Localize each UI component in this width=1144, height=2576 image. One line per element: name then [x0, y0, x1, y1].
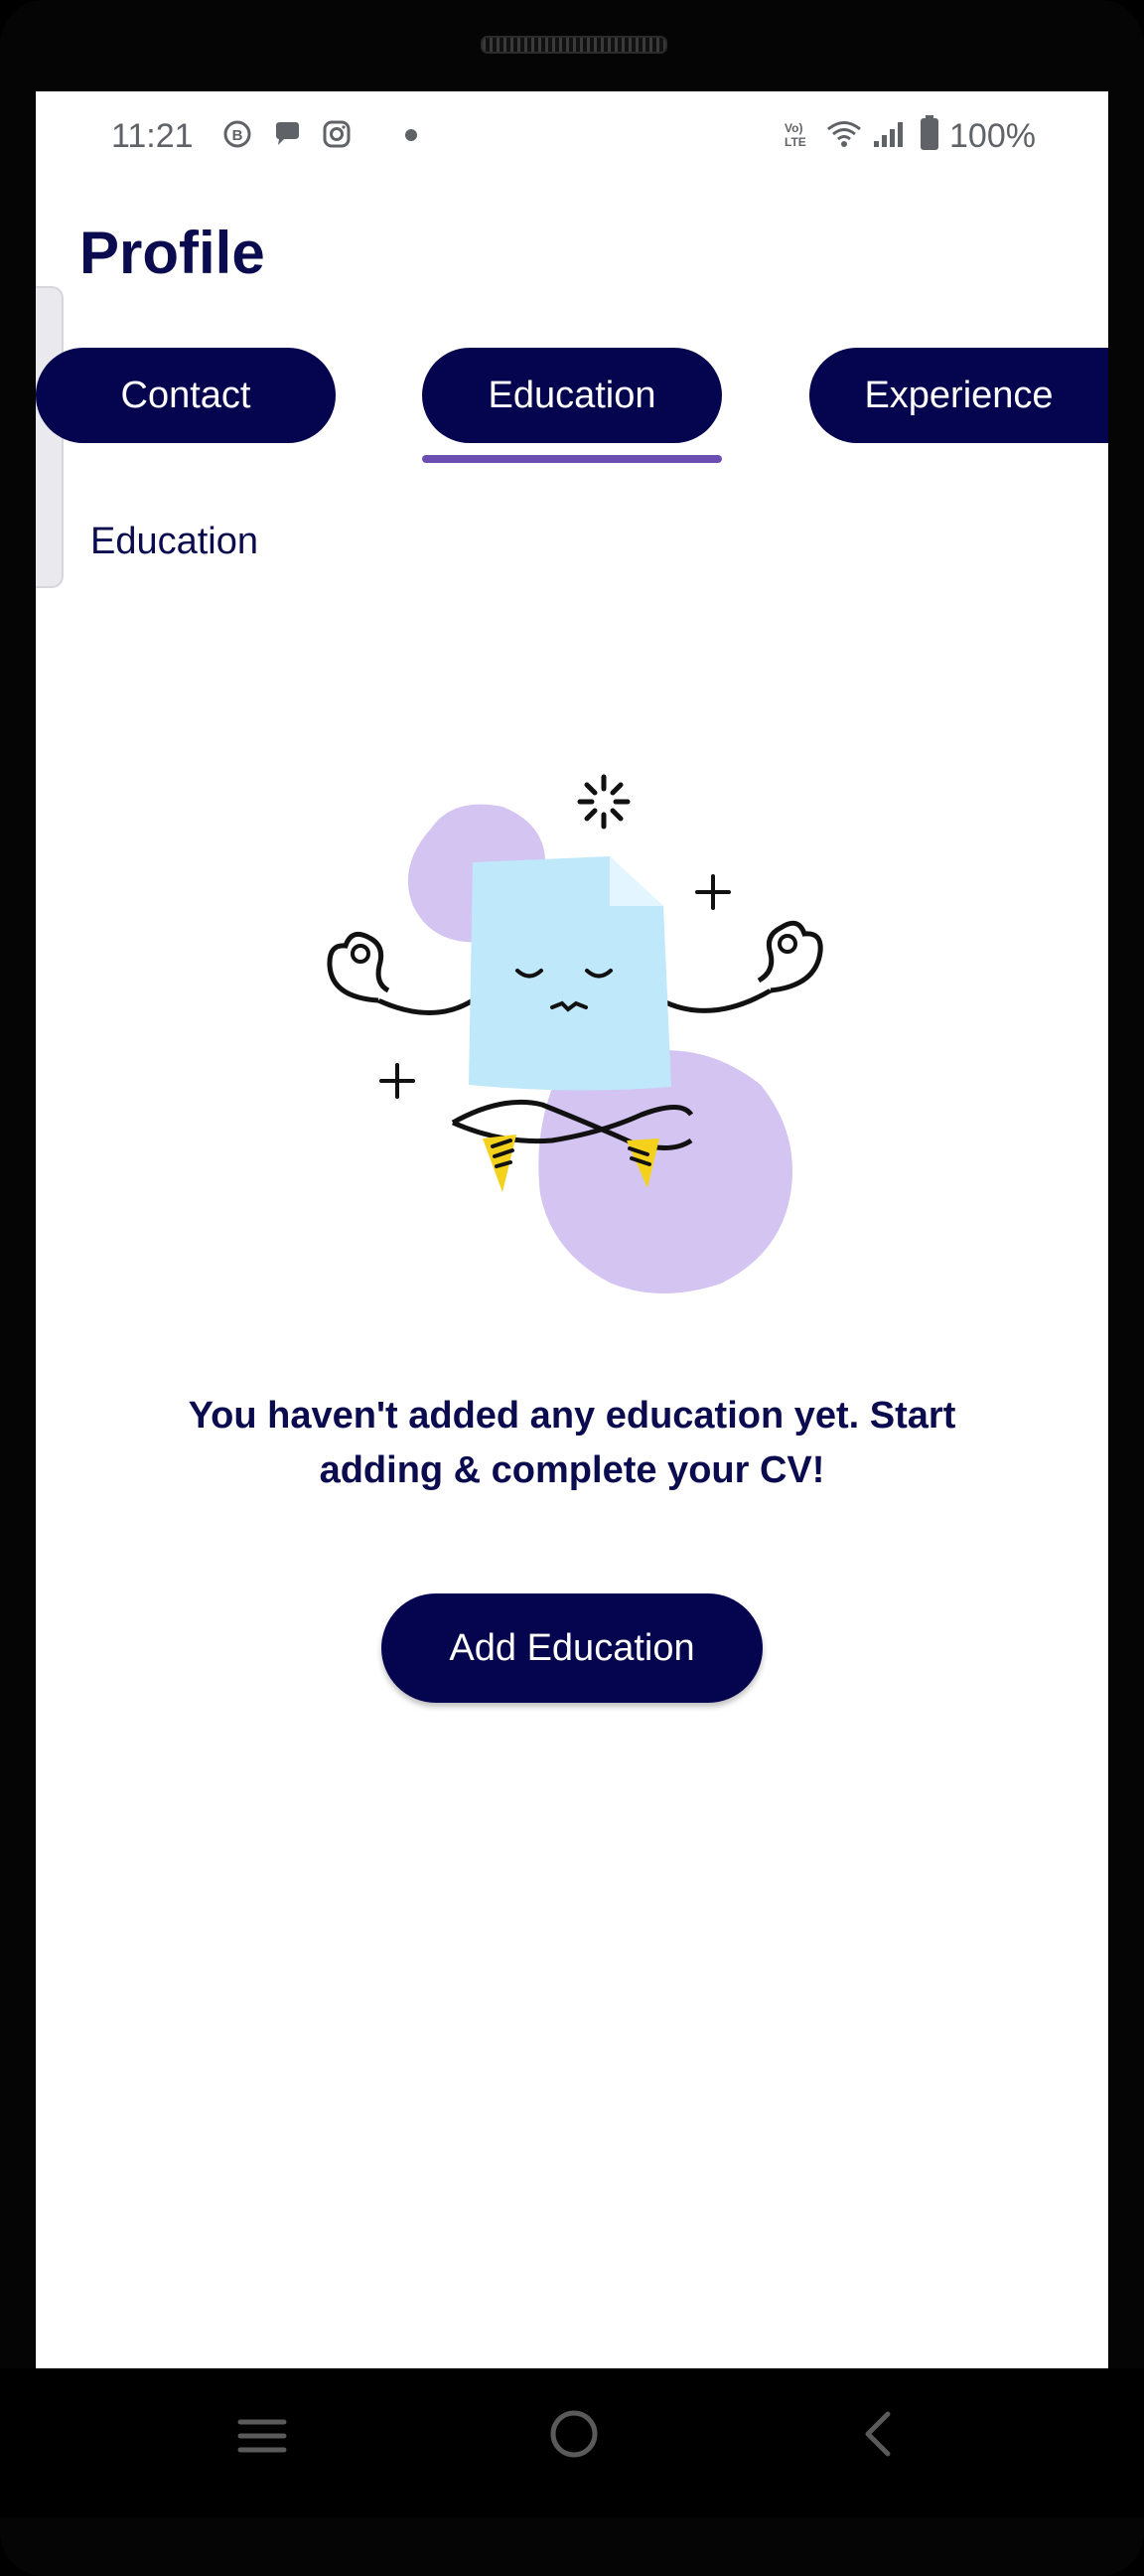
- status-bar: 11:21 B Vo) LTE 100%: [36, 91, 1108, 187]
- svg-text:B: B: [232, 127, 243, 144]
- tab-contact[interactable]: Contact: [36, 348, 336, 443]
- b-circle-icon: B: [223, 120, 251, 148]
- add-education-label: Add Education: [449, 1626, 695, 1669]
- sparkle-icon: [577, 774, 631, 830]
- section-title: Education: [90, 521, 259, 562]
- selected-tab-indicator: [422, 455, 722, 463]
- app-screen: 11:21 B Vo) LTE 100% Profile Contact Edu…: [36, 91, 1108, 2368]
- back-icon[interactable]: [860, 2408, 896, 2460]
- tab-experience-label: Experience: [864, 374, 1054, 416]
- svg-text:LTE: LTE: [785, 135, 806, 149]
- tab-education-label: Education: [488, 374, 656, 416]
- tab-education[interactable]: Education: [422, 348, 722, 443]
- battery-percentage: 100%: [949, 117, 1036, 155]
- svg-text:Vo): Vo): [785, 121, 802, 135]
- status-time: 11:21: [111, 117, 194, 155]
- home-icon[interactable]: [546, 2406, 602, 2462]
- chat-bubble-icon: [276, 122, 299, 145]
- wifi-icon: [827, 121, 861, 147]
- tab-experience[interactable]: Experience: [809, 348, 1108, 443]
- earpiece-speaker: [481, 36, 667, 54]
- tab-contact-label: Contact: [120, 374, 251, 416]
- volte-icon: Vo) LTE: [785, 121, 806, 149]
- add-education-button[interactable]: Add Education: [381, 1593, 763, 1703]
- notification-dot-icon: [405, 129, 417, 141]
- menu-icon[interactable]: [236, 2410, 288, 2462]
- instagram-icon: [323, 120, 351, 148]
- battery-icon: [921, 115, 938, 150]
- empty-state-message: You haven't added any education yet. Sta…: [188, 1395, 956, 1491]
- page-title: Profile: [79, 220, 265, 286]
- cell-signal-icon: [874, 122, 903, 147]
